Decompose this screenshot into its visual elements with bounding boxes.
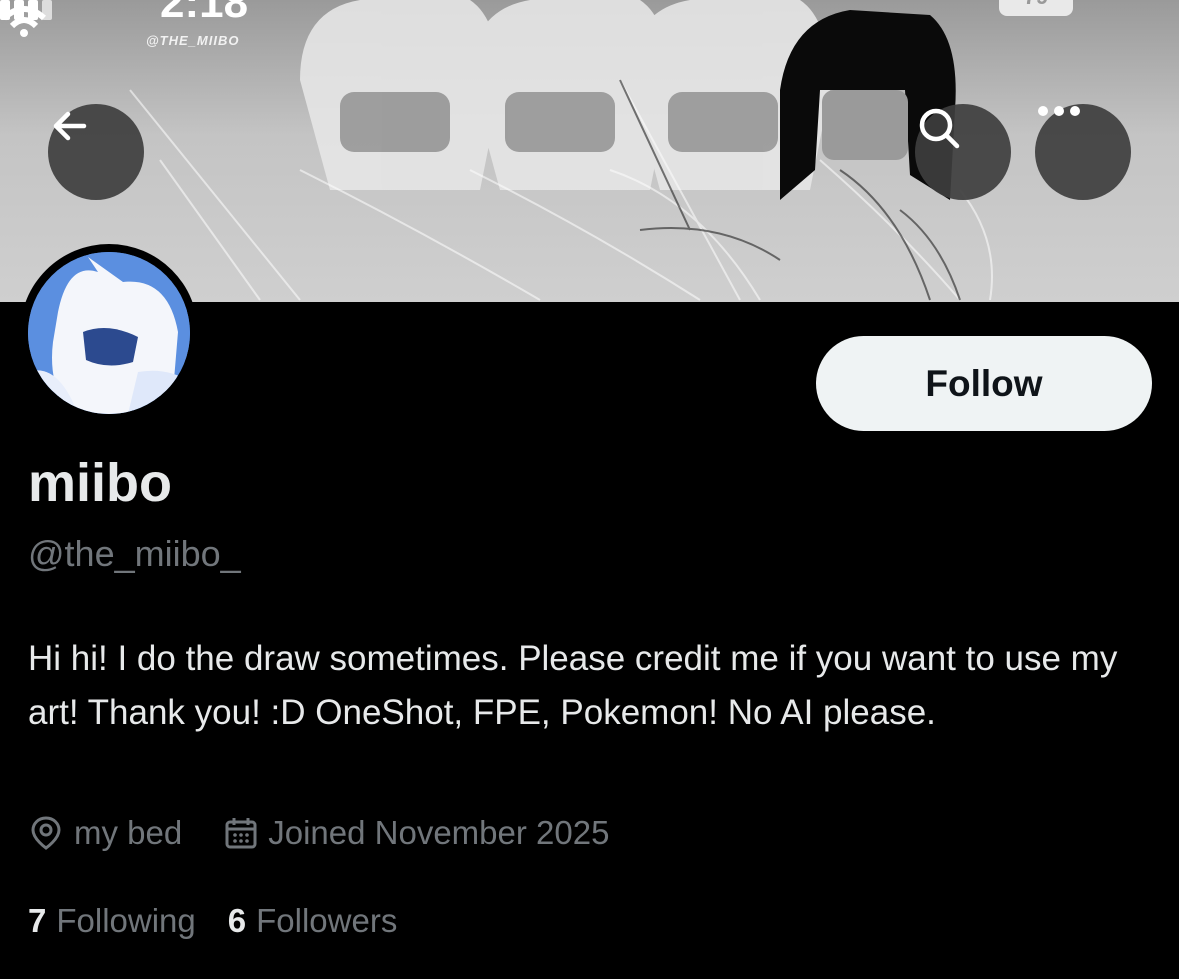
arrow-left-icon [53,111,87,141]
following-label: Following [56,902,196,939]
followers-label: Followers [256,902,398,939]
location-text: my bed [74,814,183,851]
followers-link[interactable]: 6 Followers [228,902,398,940]
profile-avatar[interactable] [20,244,198,422]
search-button[interactable] [915,104,1011,200]
battery-indicator: 79 [999,0,1073,16]
search-icon [919,108,960,149]
following-count: 7 [28,902,47,939]
more-options-button[interactable] [1035,104,1131,200]
location-item: my bed [28,814,182,852]
profile-meta: my bed Joined November 2025 [28,814,609,852]
banner-watermark: @THE_MIIBO [146,33,240,48]
profile-banner[interactable]: 2:18 @THE_MIIBO 79 [0,0,1179,302]
following-link[interactable]: 7 Following [28,902,196,940]
followers-count: 6 [227,902,247,939]
location-pin-icon [31,816,61,850]
calendar-icon [225,818,257,849]
avatar-image [28,252,190,414]
back-button[interactable] [48,104,144,200]
status-time: 2:18 [160,0,249,27]
profile-bio: Hi hi! I do the draw sometimes. Please c… [28,639,1118,732]
joined-item: Joined November 2025 [224,814,609,852]
display-name: miibo [28,453,172,513]
profile-stats: 7 Following 6 Followers [28,902,397,940]
user-handle: @the_miibo_ [28,533,241,574]
more-horizontal-icon [1038,106,1080,116]
joined-text: Joined November 2025 [268,814,610,851]
follow-button[interactable]: Follow [816,336,1152,431]
wifi-icon [1,6,47,37]
